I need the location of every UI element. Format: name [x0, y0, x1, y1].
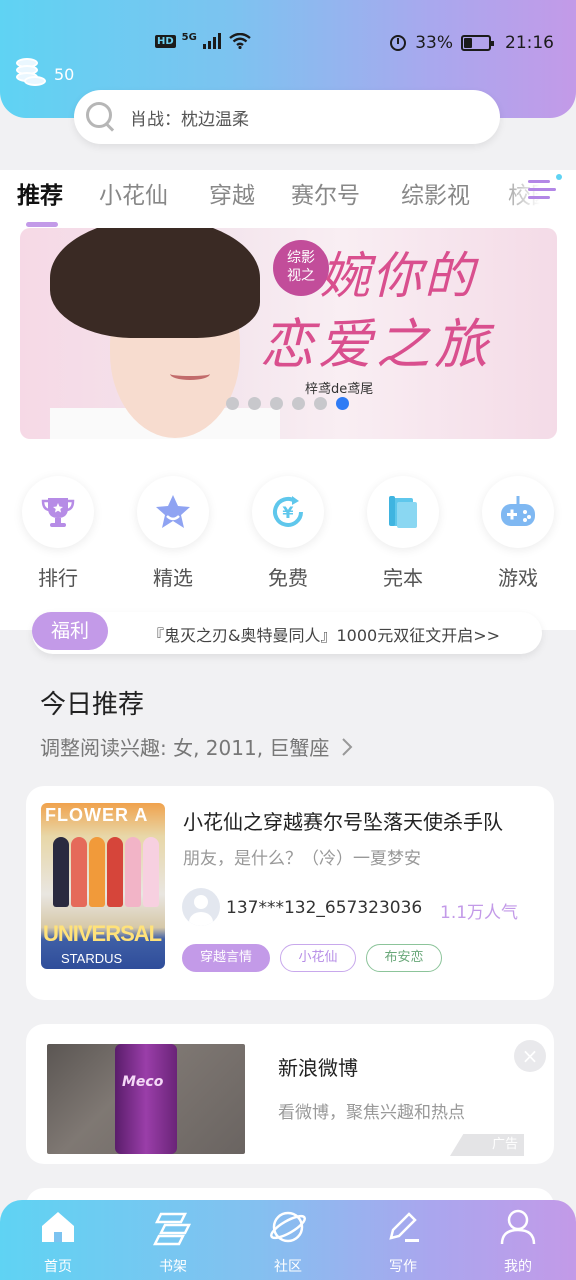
reading-interest-text: 调整阅读兴趣: 女, 2011, 巨蟹座	[40, 736, 330, 760]
shortcut-label: 免费	[268, 566, 308, 590]
planet-icon	[270, 1211, 306, 1243]
promo-notice[interactable]: 福利 『鬼灭之刃&奥特曼同人』1000元双征文开启>>	[32, 612, 542, 654]
category-shortcuts: 排行 精选 ¥ 免费 完本 游戏	[0, 476, 576, 596]
active-tab-indicator	[26, 222, 58, 227]
nav-label: 社区	[274, 1259, 302, 1275]
book-author: 朋友，是什么？（冷）一夏梦安	[183, 849, 421, 869]
search-bar[interactable]: 肖战：枕边温柔	[74, 90, 500, 144]
shortcut-label: 排行	[38, 566, 78, 590]
wifi-icon	[229, 33, 251, 49]
nav-home[interactable]: 首页	[18, 1208, 98, 1276]
hd-badge: HD	[155, 34, 176, 48]
coin-balance[interactable]: 50	[14, 58, 74, 90]
battery-icon	[461, 35, 494, 51]
chevron-right-icon	[342, 738, 353, 756]
nav-community[interactable]: 社区	[248, 1208, 328, 1276]
nav-profile[interactable]: 我的	[478, 1208, 558, 1276]
search-icon	[84, 100, 118, 134]
book-title: 小花仙之穿越赛尔号坠落天使杀手队	[183, 810, 503, 834]
coin-count: 50	[54, 64, 75, 84]
yen-refresh-icon: ¥	[273, 496, 303, 527]
shortcut-ranking[interactable]: 排行	[13, 476, 103, 591]
nav-bookshelf[interactable]: 书架	[133, 1208, 213, 1276]
shortcut-free[interactable]: ¥ 免费	[243, 476, 333, 591]
nav-label: 写作	[389, 1259, 417, 1275]
shortcut-label: 精选	[153, 566, 193, 590]
carousel-dot[interactable]	[226, 397, 239, 410]
clock: 21:16	[505, 33, 554, 53]
battery-percent: 33%	[415, 33, 453, 53]
trophy-icon	[41, 498, 75, 527]
nav-label: 我的	[504, 1259, 532, 1275]
ad-image-text: Meco	[122, 1074, 164, 1090]
notice-badge: 福利	[32, 612, 108, 650]
network-label: 5G	[181, 31, 197, 43]
coins-icon	[14, 58, 48, 90]
tag-chip[interactable]: 布安恋	[366, 944, 442, 972]
shortcut-featured[interactable]: 精选	[128, 476, 218, 591]
cover-text-mid: UNIVERSAL	[43, 921, 162, 946]
search-placeholder: 肖战：枕边温柔	[130, 109, 249, 130]
tag-chip[interactable]: 穿越言情	[182, 944, 270, 972]
tab-seer[interactable]: 赛尔号	[291, 176, 360, 210]
popularity-count: 1.1万人气	[440, 903, 519, 923]
carousel-dot[interactable]	[248, 397, 261, 410]
ad-title: 新浪微博	[278, 1056, 358, 1080]
author-user-id: 137***132_657323036	[226, 898, 423, 918]
reading-interest-link[interactable]: 调整阅读兴趣: 女, 2011, 巨蟹座	[40, 732, 354, 761]
book-cover: FLOWER A UNIVERSAL STARDUS	[41, 803, 165, 969]
bottom-navigation: 首页 书架 社区 写作 我的	[0, 1200, 576, 1280]
carousel-dot[interactable]	[270, 397, 283, 410]
tab-xiaohuaxian[interactable]: 小花仙	[99, 176, 168, 210]
nav-label: 首页	[44, 1259, 72, 1275]
data-saver-icon	[390, 35, 407, 51]
tab-film-tv[interactable]: 综影视	[401, 176, 470, 210]
nav-label: 书架	[159, 1259, 187, 1275]
banner-carousel[interactable]: 综影 视之 婉你的 恋爱之旅 梓鸢de鸢尾	[20, 228, 557, 439]
ad-card[interactable]: Meco 新浪微博 看微博，聚焦兴趣和热点 × 广告	[26, 1024, 554, 1164]
bookshelf-icon	[152, 1212, 192, 1246]
svg-text:¥: ¥	[282, 503, 293, 522]
category-menu-icon[interactable]	[528, 174, 562, 204]
section-title: 今日推荐	[40, 690, 145, 720]
book-card[interactable]: FLOWER A UNIVERSAL STARDUS 小花仙之穿越赛尔号坠落天使…	[26, 786, 554, 1000]
close-icon[interactable]: ×	[514, 1040, 546, 1072]
carousel-dot[interactable]	[292, 397, 305, 410]
ad-description: 看微博，聚焦兴趣和热点	[278, 1103, 465, 1123]
banner-title-line2: 恋爱之旅	[260, 313, 492, 376]
gamepad-icon	[501, 496, 535, 526]
cover-text-top: FLOWER A	[45, 805, 149, 825]
book-icon	[389, 496, 417, 528]
tag-chip[interactable]: 小花仙	[280, 944, 356, 972]
avatar	[182, 888, 220, 926]
star-icon	[156, 495, 190, 528]
banner-title-line1: 婉你的	[320, 247, 476, 305]
banner-author: 梓鸢de鸢尾	[305, 382, 374, 397]
pen-icon	[389, 1212, 419, 1242]
carousel-dots	[226, 397, 349, 410]
signal-icon	[202, 33, 221, 49]
shortcut-label: 完本	[383, 566, 423, 590]
profile-icon	[500, 1209, 536, 1245]
carousel-dot[interactable]	[314, 397, 327, 410]
shortcut-games[interactable]: 游戏	[473, 476, 563, 591]
nav-write[interactable]: 写作	[363, 1208, 443, 1276]
status-bar: HD 5G 33% 21:16	[0, 30, 576, 58]
tab-recommend[interactable]: 推荐	[17, 176, 63, 210]
shortcut-label: 游戏	[498, 566, 538, 590]
shortcut-completed[interactable]: 完本	[358, 476, 448, 591]
category-tabs: 推荐 小花仙 穿越 赛尔号 综影视 校园	[0, 170, 576, 227]
notice-text: 『鬼灭之刃&奥特曼同人』1000元双征文开启>>	[148, 626, 501, 645]
cover-text-bottom: STARDUS	[61, 951, 123, 966]
ad-label: 广告	[450, 1134, 524, 1156]
tab-time-travel[interactable]: 穿越	[209, 176, 255, 210]
ad-image: Meco	[47, 1044, 245, 1154]
home-icon	[42, 1212, 74, 1242]
carousel-dot[interactable]	[336, 397, 349, 410]
